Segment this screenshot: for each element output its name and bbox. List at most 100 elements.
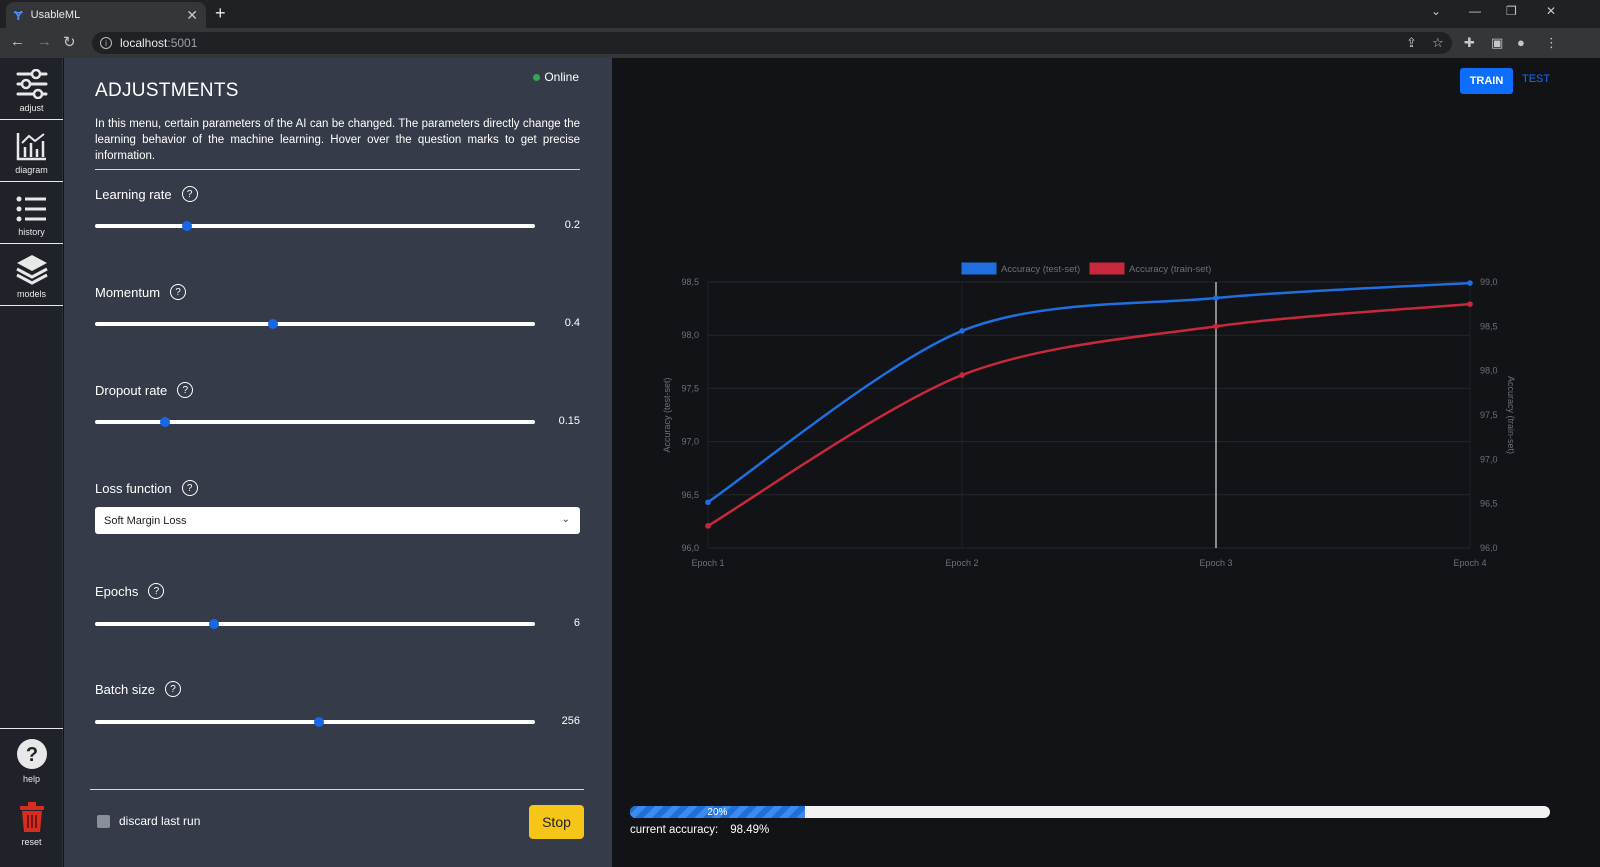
y-right-tick-label: 98,5 xyxy=(1480,321,1498,331)
sidebar-item-models[interactable]: models xyxy=(0,244,63,306)
status-label: Online xyxy=(544,70,579,84)
sidebar-item-diagram[interactable]: diagram xyxy=(0,120,63,182)
y-left-tick-label: 97,5 xyxy=(681,383,699,393)
legend-label: Accuracy (train-set) xyxy=(1129,264,1211,275)
divider xyxy=(95,169,580,170)
loss-function-value: Soft Margin Loss xyxy=(104,514,187,527)
sidebar-item-reset[interactable]: reset xyxy=(0,791,63,853)
help-question-icon[interactable]: ? xyxy=(164,681,181,697)
learning-rate-slider[interactable] xyxy=(95,221,535,231)
slider-thumb[interactable] xyxy=(208,619,219,629)
panel-title: ADJUSTMENTS xyxy=(95,80,239,101)
legend-swatch xyxy=(961,262,997,275)
panel-description: In this menu, certain parameters of the … xyxy=(95,118,580,162)
help-question-icon[interactable]: ? xyxy=(170,284,187,300)
slider-thumb[interactable] xyxy=(182,221,193,231)
current-accuracy: current accuracy: 98.49% xyxy=(630,824,769,836)
loss-function-select[interactable]: Soft Margin Loss ⌄ xyxy=(95,507,580,534)
y-left-tick-label: 98,5 xyxy=(681,277,699,287)
param-label-text: Dropout rate xyxy=(95,382,168,398)
help-question-icon[interactable]: ? xyxy=(148,583,165,599)
connection-status: Online xyxy=(533,70,579,84)
param-label-text: Loss function xyxy=(95,480,172,496)
series-line-test xyxy=(707,281,1471,504)
slider-thumb[interactable] xyxy=(268,319,279,329)
help-question-icon[interactable]: ? xyxy=(181,480,198,496)
app-sidebar: adjust diagram history models ? help res… xyxy=(0,58,63,867)
share-icon[interactable]: ⇪ xyxy=(1406,35,1417,51)
new-tab-icon[interactable]: + xyxy=(215,3,226,24)
param-label-text: Epochs xyxy=(95,583,139,599)
stop-button[interactable]: Stop xyxy=(529,805,584,839)
y-right-tick-label: 97,5 xyxy=(1480,410,1498,420)
reload-icon[interactable]: ↻ xyxy=(63,33,76,51)
help-question-icon[interactable]: ? xyxy=(181,186,198,202)
discard-checkbox[interactable] xyxy=(97,814,110,828)
slider-thumb[interactable] xyxy=(160,417,171,427)
series-line-train xyxy=(707,302,1471,527)
discard-last-run[interactable]: discard last run xyxy=(97,814,200,828)
param-epochs-label: Epochs? xyxy=(95,583,165,599)
site-info-icon[interactable]: i xyxy=(100,37,112,49)
status-dot-icon xyxy=(533,73,541,81)
data-point xyxy=(959,372,965,378)
progress-fill: 20% xyxy=(630,806,805,818)
bookmark-star-icon[interactable]: ☆ xyxy=(1432,35,1444,51)
y-left-axis-title: Accuracy (test-set) xyxy=(662,377,672,452)
browser-toolbar: ← → ↻ i localhost:5001 ⇪ ☆ ✚ ▣ ● ⋮ xyxy=(0,28,1600,58)
close-window-icon[interactable]: ✕ xyxy=(1546,4,1556,18)
help-icon: ? xyxy=(16,739,47,769)
epochs-slider[interactable] xyxy=(95,619,535,629)
discard-label: discard last run xyxy=(119,814,201,828)
batch-size-value: 256 xyxy=(561,715,580,727)
momentum-slider[interactable] xyxy=(95,319,535,329)
dropout-rate-slider[interactable] xyxy=(95,417,535,427)
data-point xyxy=(705,523,711,529)
param-batch-size-label: Batch size? xyxy=(95,681,181,697)
help-question-icon[interactable]: ? xyxy=(177,382,194,398)
training-progress-bar: 20% xyxy=(630,806,1550,818)
adjustments-panel: Online ADJUSTMENTS In this menu, certain… xyxy=(64,58,612,867)
y-right-axis-title: Accuracy (train-set) xyxy=(1506,376,1516,454)
data-point xyxy=(1213,295,1219,301)
x-tick-label: Epoch 4 xyxy=(1453,558,1486,568)
param-label-text: Momentum xyxy=(95,284,161,300)
accuracy-label: current accuracy: xyxy=(630,824,719,836)
sidebar-item-label: help xyxy=(22,774,40,784)
address-bar[interactable]: i localhost:5001 xyxy=(92,32,1452,54)
extensions-icon[interactable]: ✚ xyxy=(1464,35,1475,51)
chevron-down-icon: ⌄ xyxy=(561,514,570,525)
batch-size-slider[interactable] xyxy=(95,717,535,727)
param-dropout-rate-label: Dropout rate? xyxy=(95,382,194,398)
param-momentum-label: Momentum? xyxy=(95,284,187,300)
y-left-tick-label: 96,5 xyxy=(681,490,699,500)
accuracy-chart: 98,5 98,0 97,5 97,0 96,5 96,0 99,0 98,5 98,0 97,5… xyxy=(662,262,1516,568)
sliders-icon xyxy=(16,69,47,99)
divider xyxy=(90,789,584,790)
url-host: localhost xyxy=(120,36,168,50)
forward-icon[interactable]: → xyxy=(37,33,52,50)
main-chart-area: TRAIN TEST 98,5 98,0 97,5 97,0 96,5 96,0 99,0 9… xyxy=(612,58,1600,867)
sidebar-item-help[interactable]: ? help xyxy=(0,728,63,790)
sidebar-item-history[interactable]: history xyxy=(0,182,63,244)
browser-tab[interactable]: Ɏ UsableML ✕ xyxy=(6,2,206,28)
tab-search-icon[interactable]: ⌄ xyxy=(1431,4,1441,18)
profile-icon[interactable]: ● xyxy=(1517,35,1525,50)
url-port: :5001 xyxy=(167,36,198,50)
x-tick-label: Epoch 1 xyxy=(691,558,724,568)
slider-thumb[interactable] xyxy=(314,717,325,727)
momentum-value: 0.4 xyxy=(564,317,580,329)
side-panel-icon[interactable]: ▣ xyxy=(1491,35,1503,51)
y-left-tick-label: 97,0 xyxy=(681,437,699,447)
back-icon[interactable]: ← xyxy=(10,33,25,50)
legend-label: Accuracy (test-set) xyxy=(1001,264,1080,275)
sidebar-item-adjust[interactable]: adjust xyxy=(0,58,63,120)
param-label-text: Batch size xyxy=(95,681,155,697)
sidebar-item-label: adjust xyxy=(19,103,44,113)
close-tab-icon[interactable]: ✕ xyxy=(186,7,198,24)
minimize-icon[interactable]: — xyxy=(1469,4,1481,18)
y-right-tick-label: 98,0 xyxy=(1480,366,1498,376)
menu-icon[interactable]: ⋮ xyxy=(1545,35,1558,51)
data-point xyxy=(1467,301,1473,307)
restore-icon[interactable]: ❐ xyxy=(1506,4,1517,18)
